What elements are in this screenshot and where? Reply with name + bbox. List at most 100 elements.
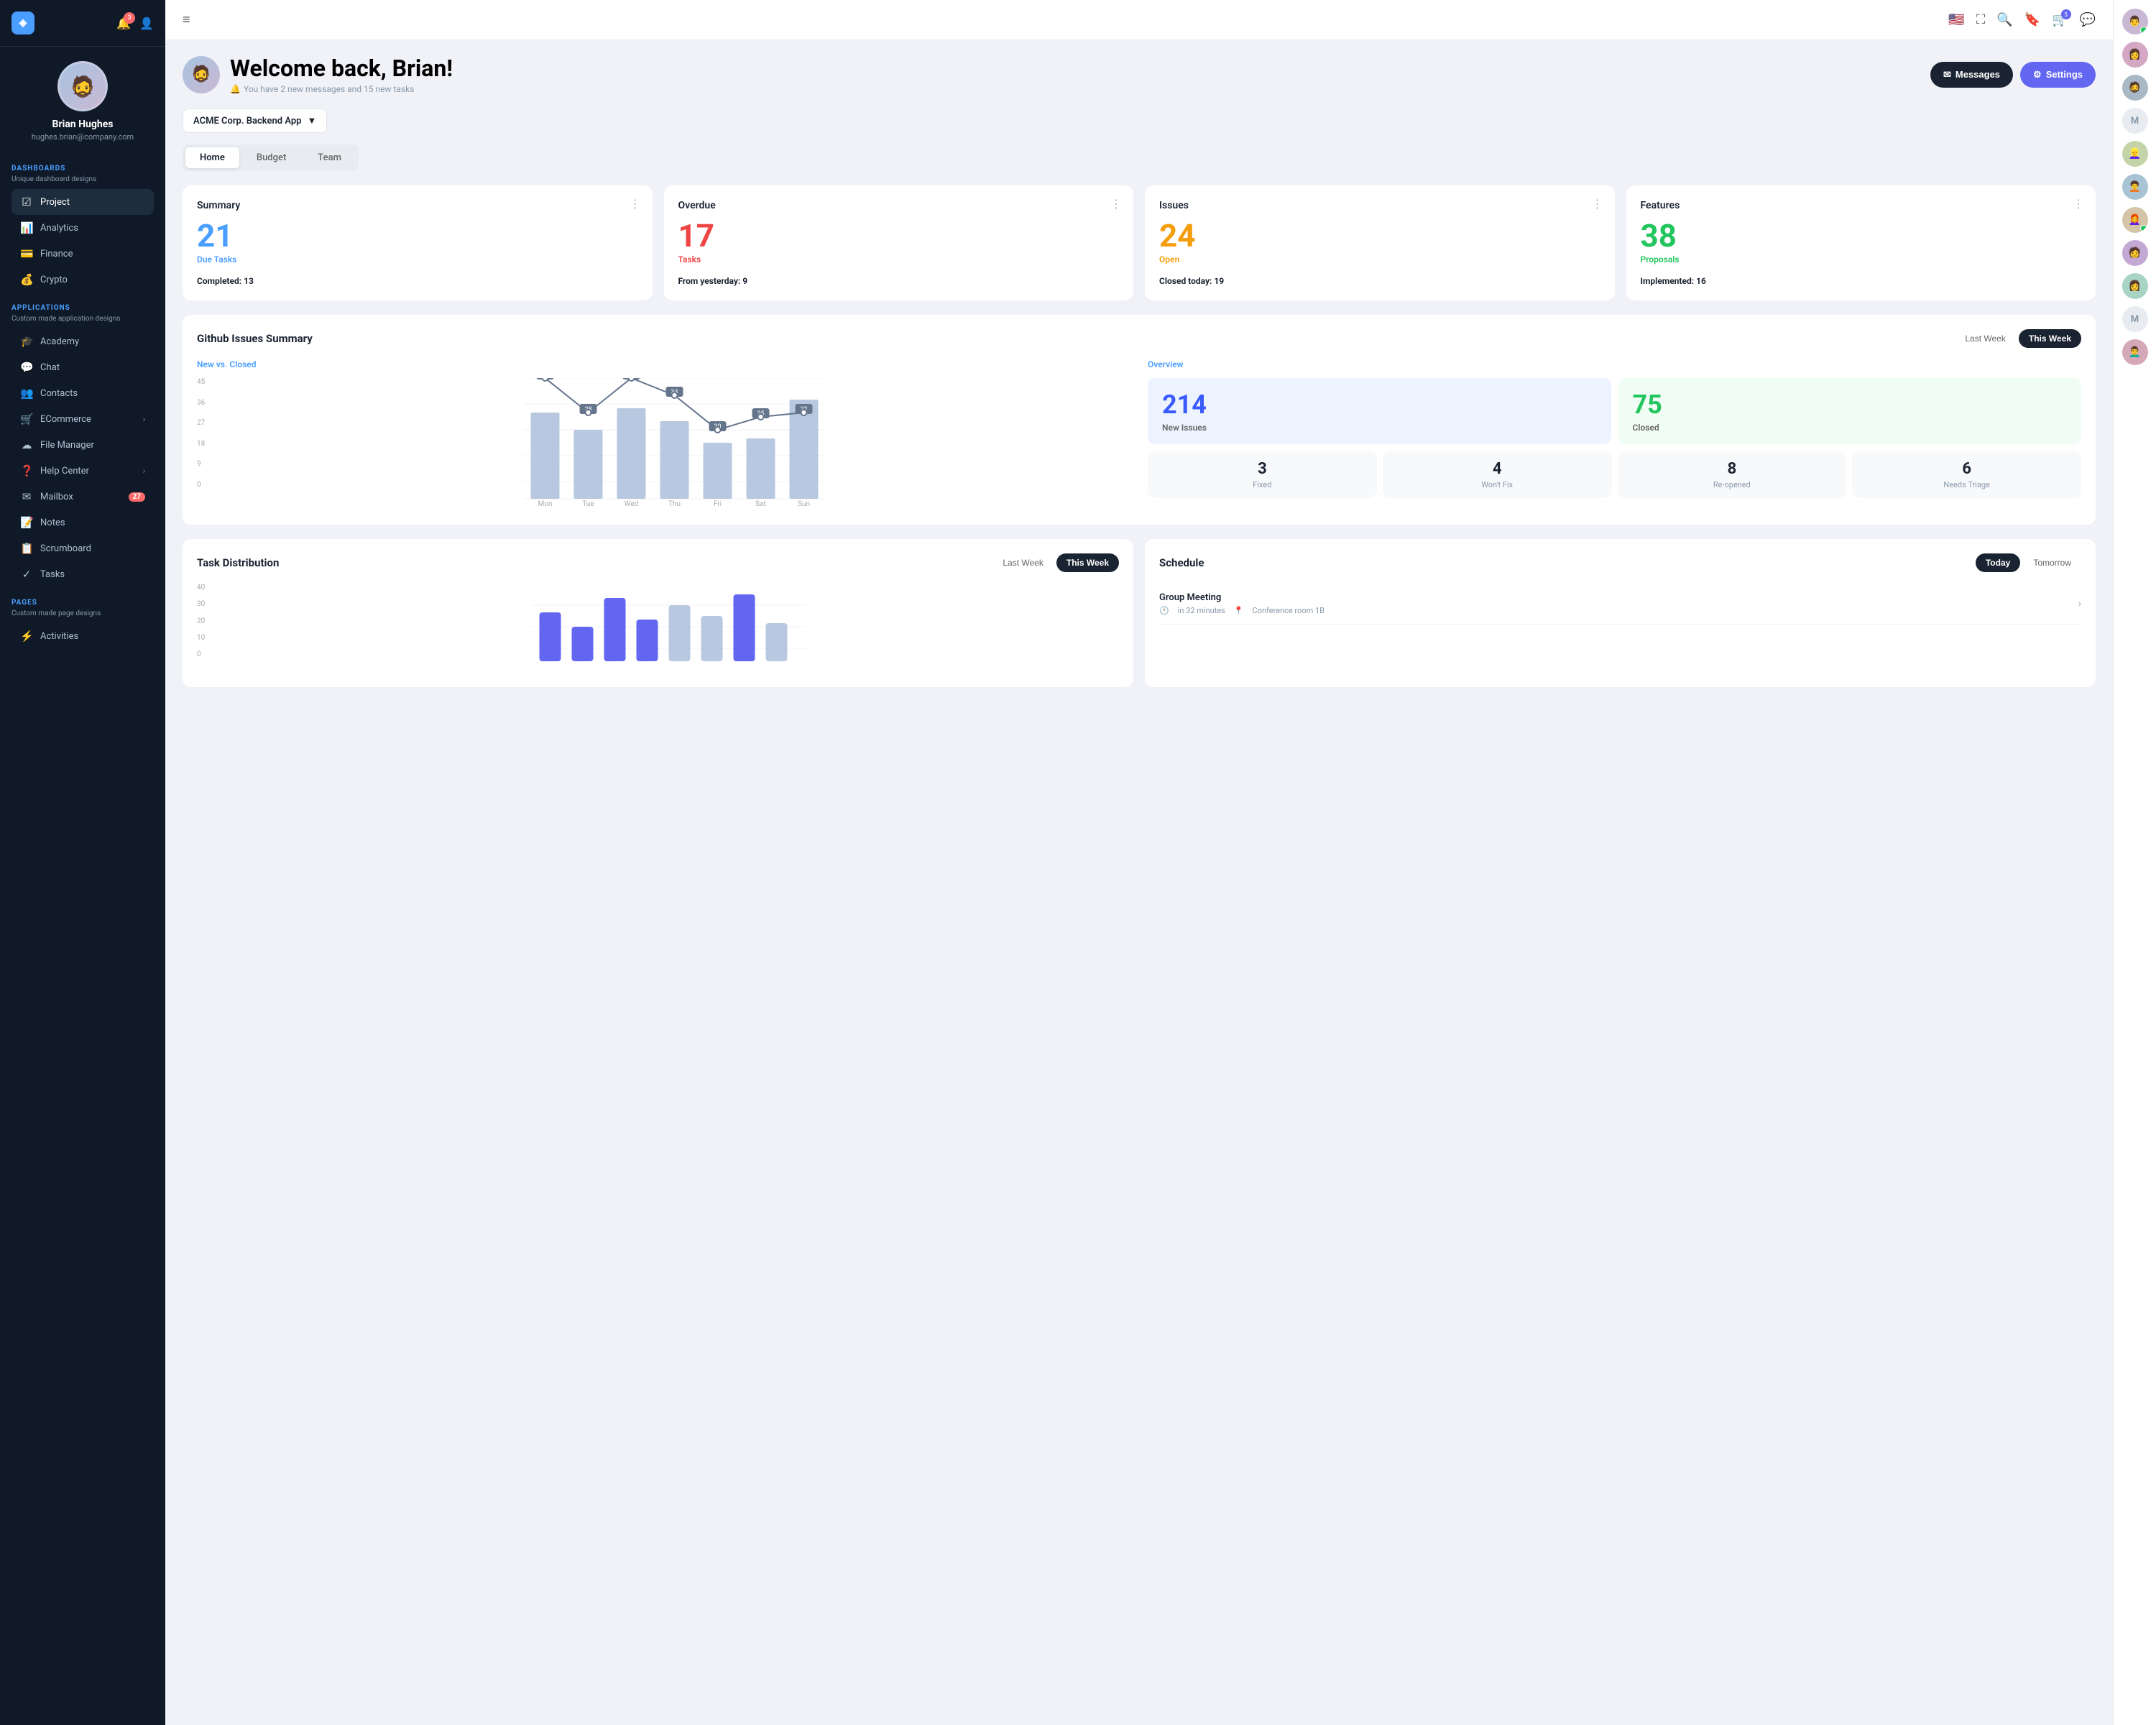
dashboards-label: DASHBOARDS xyxy=(11,165,154,172)
wont-fix-number: 4 xyxy=(1391,460,1603,478)
tab-team[interactable]: Team xyxy=(303,147,356,168)
sidebar-item-project[interactable]: ☑ Project xyxy=(11,189,154,215)
sidebar-item-analytics[interactable]: 📊 Analytics xyxy=(11,215,154,241)
chevron-right-icon: › xyxy=(143,415,145,424)
sidebar-item-label: Chat xyxy=(40,362,60,373)
sidebar-item-label: ECommerce xyxy=(40,414,91,425)
chart-label: New vs. Closed xyxy=(197,359,1130,369)
sidebar-item-contacts[interactable]: 👥 Contacts xyxy=(11,380,154,406)
stat-number-features: 38 xyxy=(1641,220,2082,252)
right-avatar-8[interactable]: 🧑 xyxy=(2122,240,2148,266)
profile-icon[interactable]: 👤 xyxy=(139,17,154,30)
sidebar-item-scrumboard[interactable]: 📋 Scrumboard xyxy=(11,535,154,561)
stats-grid: ⋮ Summary 21 Due Tasks Completed: 13 ⋮ O… xyxy=(183,185,2096,300)
stat-sublabel-issues: Open xyxy=(1159,254,1600,264)
project-name: ACME Corp. Backend App xyxy=(193,116,301,126)
task-distribution-header: Task Distribution Last Week This Week xyxy=(197,553,1119,572)
right-avatar-7[interactable]: 👩‍🦰 xyxy=(2122,207,2148,233)
tab-home[interactable]: Home xyxy=(185,147,239,168)
topbar-right: 🇺🇸 ⛶ 🔍 🔖 🛒 5 💬 xyxy=(1948,12,2096,27)
right-avatar-4[interactable]: M xyxy=(2122,108,2148,134)
sidebar-item-label: File Manager xyxy=(40,440,94,451)
sidebar-item-file-manager[interactable]: ☁ File Manager xyxy=(11,432,154,458)
stat-menu-icon[interactable]: ⋮ xyxy=(1592,197,1603,211)
chat-icon[interactable]: 💬 xyxy=(2080,12,2096,27)
cart-icon[interactable]: 🛒 5 xyxy=(2052,12,2068,27)
reopened-number: 8 xyxy=(1626,460,1838,478)
avatar: 🧔 xyxy=(57,61,108,111)
right-avatar-11[interactable]: 👨‍🦱 xyxy=(2122,339,2148,365)
sidebar-item-mailbox[interactable]: ✉ Mailbox 27 xyxy=(11,484,154,510)
new-issues-number: 214 xyxy=(1162,390,1597,420)
task-chart-svg xyxy=(218,584,1119,670)
fullscreen-icon[interactable]: ⛶ xyxy=(1976,12,1986,27)
stat-menu-icon[interactable]: ⋮ xyxy=(630,197,641,211)
sidebar-item-chat[interactable]: 💬 Chat xyxy=(11,354,154,380)
tab-budget[interactable]: Budget xyxy=(242,147,300,168)
sidebar-item-notes[interactable]: 📝 Notes xyxy=(11,510,154,535)
mailbox-badge: 27 xyxy=(129,492,145,502)
flag-icon[interactable]: 🇺🇸 xyxy=(1948,12,1964,27)
user-profile: 🧔 Brian Hughes hughes.brian@company.com xyxy=(0,47,165,156)
sidebar-item-crypto[interactable]: 💰 Crypto xyxy=(11,267,154,293)
right-avatar-2[interactable]: 👩 xyxy=(2122,42,2148,68)
bookmark-icon[interactable]: 🔖 xyxy=(2024,12,2040,27)
contacts-icon: 👥 xyxy=(20,387,33,400)
stat-sublabel-overdue: Tasks xyxy=(678,254,1120,264)
notification-badge: 3 xyxy=(124,12,135,24)
sidebar-item-label: Help Center xyxy=(40,466,89,477)
stat-title-overdue: Overdue xyxy=(678,200,1120,211)
page-content: 🧔 Welcome back, Brian! 🔔 You have 2 new … xyxy=(165,40,2113,1725)
applications-label: APPLICATIONS xyxy=(11,304,154,312)
task-distribution-card: Task Distribution Last Week This Week 40… xyxy=(183,539,1133,687)
ecommerce-icon: 🛒 xyxy=(20,413,33,426)
hamburger-menu[interactable]: ≡ xyxy=(183,12,190,27)
right-avatar-3[interactable]: 🧔 xyxy=(2122,75,2148,101)
messages-button[interactable]: ✉ Messages xyxy=(1930,62,2013,88)
sidebar-item-label: Crypto xyxy=(40,275,68,285)
svg-text:Tue: Tue xyxy=(582,500,594,507)
settings-button[interactable]: ⚙ Settings xyxy=(2020,62,2096,88)
sidebar-item-activities[interactable]: ⚡ Activities xyxy=(11,623,154,649)
messages-icon: ✉ xyxy=(1943,69,1951,80)
sidebar-item-academy[interactable]: 🎓 Academy xyxy=(11,328,154,354)
dashboards-section: DASHBOARDS Unique dashboard designs ☑ Pr… xyxy=(0,156,165,295)
finance-icon: 💳 xyxy=(20,247,33,260)
task-this-week-btn[interactable]: This Week xyxy=(1056,553,1119,572)
sidebar-item-finance[interactable]: 💳 Finance xyxy=(11,241,154,267)
svg-text:Fri: Fri xyxy=(714,500,722,507)
chevron-right-icon[interactable]: › xyxy=(2078,598,2081,610)
new-issues-card: 214 New Issues xyxy=(1148,378,1611,444)
right-avatar-5[interactable]: 👱‍♀️ xyxy=(2122,141,2148,167)
small-stats-grid: 3 Fixed 4 Won't Fix 8 Re-opened 6 xyxy=(1148,451,2081,498)
bottom-row: Task Distribution Last Week This Week 40… xyxy=(183,539,2096,687)
notification-button[interactable]: 🔔 3 xyxy=(116,17,131,30)
github-this-week-btn[interactable]: This Week xyxy=(2019,329,2081,348)
stat-menu-icon[interactable]: ⋮ xyxy=(1110,197,1122,211)
topbar: ≡ 🇺🇸 ⛶ 🔍 🔖 🛒 5 💬 xyxy=(165,0,2113,40)
task-last-week-btn[interactable]: Last Week xyxy=(992,553,1053,572)
overview-cards: 214 New Issues 75 Closed xyxy=(1148,378,2081,444)
right-avatar-1[interactable]: 👨 xyxy=(2122,9,2148,34)
dashboards-desc: Unique dashboard designs xyxy=(11,175,154,183)
search-icon[interactable]: 🔍 xyxy=(1996,12,2012,27)
sidebar-item-label: Tasks xyxy=(40,569,65,580)
sidebar-logo[interactable]: ◈ xyxy=(11,12,34,34)
right-avatar-6[interactable]: 🧑‍🦱 xyxy=(2122,174,2148,200)
stat-title-features: Features xyxy=(1641,200,2082,211)
schedule-today-btn[interactable]: Today xyxy=(1976,553,2020,572)
right-avatar-10[interactable]: M xyxy=(2122,306,2148,332)
schedule-tomorrow-btn[interactable]: Tomorrow xyxy=(2023,553,2081,572)
sidebar-item-help-center[interactable]: ❓ Help Center › xyxy=(11,458,154,484)
right-avatar-9[interactable]: 👩 xyxy=(2122,273,2148,299)
sidebar-item-ecommerce[interactable]: 🛒 ECommerce › xyxy=(11,406,154,432)
task-chart-container: 40 30 20 10 0 xyxy=(197,584,1119,673)
welcome-greeting: Welcome back, Brian! xyxy=(230,55,453,82)
svg-text:Mon: Mon xyxy=(538,500,553,507)
stat-menu-icon[interactable]: ⋮ xyxy=(2073,197,2084,211)
project-selector[interactable]: ACME Corp. Backend App ▼ xyxy=(183,109,327,133)
sidebar-item-tasks[interactable]: ✓ Tasks xyxy=(11,561,154,587)
right-user-panel: 👨 👩 🧔 M 👱‍♀️ 🧑‍🦱 👩‍🦰 🧑 👩 M 👨‍🦱 xyxy=(2113,0,2156,1725)
github-last-week-btn[interactable]: Last Week xyxy=(1955,329,2015,348)
stat-sub-issues: Closed today: 19 xyxy=(1159,276,1600,286)
